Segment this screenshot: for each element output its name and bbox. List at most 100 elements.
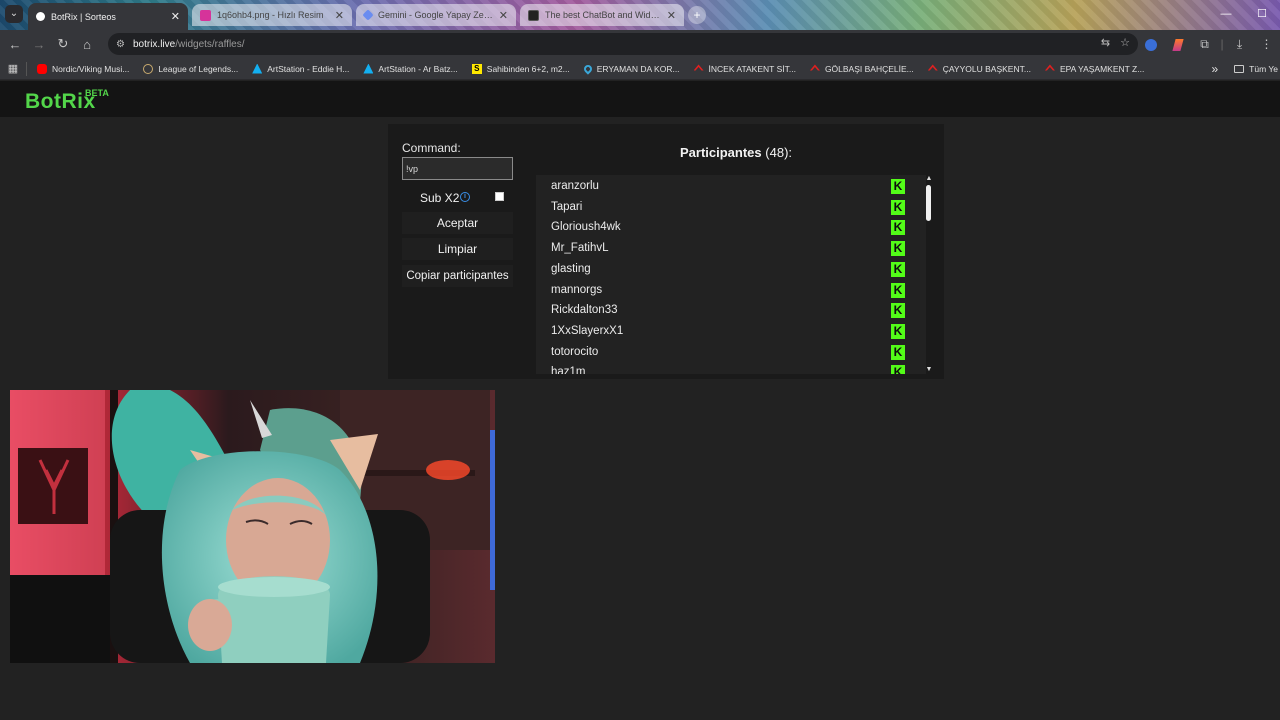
menu-icon[interactable]: ⋮ (1253, 37, 1280, 51)
gemini-favicon (362, 9, 374, 21)
participants-list[interactable]: aranzorlu K Tapari K Glorioush4wk K Mr_FatihvL… (536, 175, 926, 374)
tab-gemini[interactable]: Gemini - Google Yapay Zeka'yı ✕ (356, 4, 516, 26)
back-icon[interactable]: ← (3, 37, 27, 52)
sub-x2-checkbox[interactable] (495, 192, 504, 201)
scroll-down-arrow-icon[interactable]: ▼ (924, 366, 934, 374)
participant-row[interactable]: Tapari K (536, 198, 908, 218)
close-icon[interactable]: ✕ (499, 9, 508, 22)
site-info-icon[interactable]: ⚙ (116, 39, 125, 50)
kick-platform-icon: K (891, 199, 905, 215)
maximize-icon[interactable]: ☐ (1244, 0, 1280, 30)
more-bookmarks-icon[interactable]: » (1211, 62, 1218, 76)
bookmark-label: Sahibinden 6+2, m2... (486, 63, 570, 74)
bookmark-star-icon[interactable]: ☆ (1120, 36, 1130, 49)
participant-name: Rickdalton33 (551, 304, 618, 317)
bookmark-item[interactable]: GÖLBAŞI BAHÇELİE... (809, 64, 914, 74)
scroll-up-arrow-icon[interactable]: ▲ (924, 175, 934, 183)
participant-row[interactable]: totorocito K (536, 343, 908, 363)
bookmark-label: İNCEK ATAKENT SİT... (708, 63, 796, 74)
participant-row[interactable]: Glorioush4wk K (536, 218, 908, 238)
bookmark-item[interactable]: Nordic/Viking Musi... (37, 63, 130, 74)
translate-icon[interactable]: ⇆ (1101, 36, 1110, 49)
extensions-puzzle-icon[interactable]: ⧉ (1191, 37, 1218, 52)
tab-title: BotRix | Sorteos (51, 11, 116, 22)
participant-name: mannorgs (551, 283, 603, 296)
youtube-icon (37, 63, 47, 74)
download-icon[interactable]: ⤓ (1226, 37, 1253, 52)
participants-heading: Participantes (48): (680, 145, 792, 160)
participant-name: Tapari (551, 200, 583, 213)
home-icon[interactable]: ⌂ (75, 37, 99, 52)
kick-platform-icon: K (891, 303, 905, 319)
tab-title: The best ChatBot and Widgets (545, 10, 661, 20)
all-bookmarks-link[interactable]: Tüm Ye (1249, 64, 1278, 74)
bookmark-item[interactable]: ÇAYYOLU BAŞKENT... (927, 63, 1031, 74)
bookmark-item[interactable]: EPA YAŞAMKENT Z... (1044, 63, 1145, 74)
house-red-icon (809, 64, 820, 71)
tab-title: 1q6ohb4.png - Hızlı Resim (217, 10, 324, 20)
participant-row[interactable]: Rickdalton33 K (536, 301, 908, 321)
tab-botrix-home[interactable]: The best ChatBot and Widgets ✕ (520, 4, 684, 26)
tab-strip: ⌄ BotRix | Sorteos ✕ 1q6ohb4.png - Hızlı… (0, 0, 1280, 30)
folder-icon (1234, 65, 1245, 73)
reload-icon[interactable]: ↻ (51, 36, 75, 52)
bookmark-item[interactable]: S Sahibinden 6+2, m2... (471, 63, 570, 74)
bookmark-label: EPA YAŞAMKENT Z... (1059, 63, 1145, 74)
participants-scrollbar[interactable]: ▲ ▼ (924, 175, 934, 374)
participant-name: Glorioush4wk (551, 221, 621, 234)
botrix-dark-favicon (528, 9, 539, 21)
command-input[interactable] (402, 157, 513, 180)
extension-blue-icon[interactable] (1137, 37, 1164, 51)
participant-name: 1XxSlayerxX1 (551, 324, 624, 337)
info-icon[interactable]: i (460, 192, 470, 202)
bookmark-item[interactable]: ArtStation - Ar Batz... (363, 63, 458, 74)
participant-name: Mr_FatihvL (551, 242, 609, 255)
copy-participants-button[interactable]: Copiar participantes (402, 265, 513, 287)
browser-toolbar: ← → ↻ ⌂ ⚙ botrix.live/widgets/raffles/ ⇆… (0, 30, 1280, 58)
kick-platform-icon: K (891, 220, 905, 236)
participant-row[interactable]: 1XxSlayerxX1 K (536, 322, 908, 342)
divider: | (1220, 37, 1224, 51)
tab-botrix-sorteos[interactable]: BotRix | Sorteos ✕ (28, 3, 188, 30)
participant-row[interactable]: Mr_FatihvL K (536, 239, 908, 259)
close-icon[interactable]: ✕ (667, 9, 676, 22)
bookmark-item[interactable]: ArtStation - Eddie H... (252, 63, 349, 74)
sub-x2-label: Sub X2 (420, 191, 460, 205)
house-red-icon (1044, 64, 1055, 71)
bookmark-item[interactable]: League of Legends... (143, 63, 239, 74)
tab-search-button[interactable]: ⌄ (5, 5, 23, 23)
scroll-thumb[interactable] (926, 185, 931, 221)
bookmark-label: Nordic/Viking Musi... (52, 63, 130, 74)
bookmark-item[interactable]: ERYAMAN DA KOR... (582, 62, 680, 75)
minimize-icon[interactable]: — (1208, 0, 1244, 30)
bookmark-label: ÇAYYOLU BAŞKENT... (942, 63, 1031, 74)
bookmark-label: ERYAMAN DA KOR... (596, 63, 680, 74)
kick-platform-icon: K (891, 261, 905, 277)
extension-orange-icon[interactable] (1164, 37, 1191, 51)
participant-row[interactable]: aranzorlu K (536, 177, 908, 197)
close-icon[interactable]: ✕ (335, 9, 344, 22)
participant-name: glasting (551, 262, 591, 275)
participant-row[interactable]: mannorgs K (536, 281, 908, 301)
clear-button[interactable]: Limpiar (402, 238, 513, 260)
forward-icon[interactable]: → (27, 37, 51, 52)
bookmark-item[interactable]: İNCEK ATAKENT SİT... (693, 63, 796, 74)
participant-row[interactable]: glasting K (536, 260, 908, 280)
participant-name: haz1m (551, 366, 586, 374)
apps-grid-icon[interactable]: ▦ (0, 62, 26, 75)
bookmarks-divider (26, 61, 27, 76)
bookmark-label: League of Legends... (158, 63, 239, 74)
participant-name: aranzorlu (551, 180, 599, 192)
kick-platform-icon: K (891, 323, 905, 339)
window-controls: — ☐ (1208, 0, 1280, 30)
accept-button[interactable]: Aceptar (402, 212, 513, 234)
participant-row[interactable]: haz1m K (536, 363, 908, 374)
close-icon[interactable]: ✕ (171, 10, 180, 23)
kick-platform-icon: K (891, 282, 905, 298)
raffle-widget: Command: Sub X2 i Aceptar Limpiar Copiar… (388, 124, 944, 379)
tab-hizli-resim[interactable]: 1q6ohb4.png - Hızlı Resim ✕ (192, 4, 352, 26)
address-bar[interactable]: ⚙ botrix.live/widgets/raffles/ ⇆ ☆ (108, 33, 1138, 55)
new-tab-button[interactable]: + (688, 6, 706, 24)
url-path: /widgets/raffles/ (175, 38, 245, 50)
league-icon (143, 63, 154, 74)
